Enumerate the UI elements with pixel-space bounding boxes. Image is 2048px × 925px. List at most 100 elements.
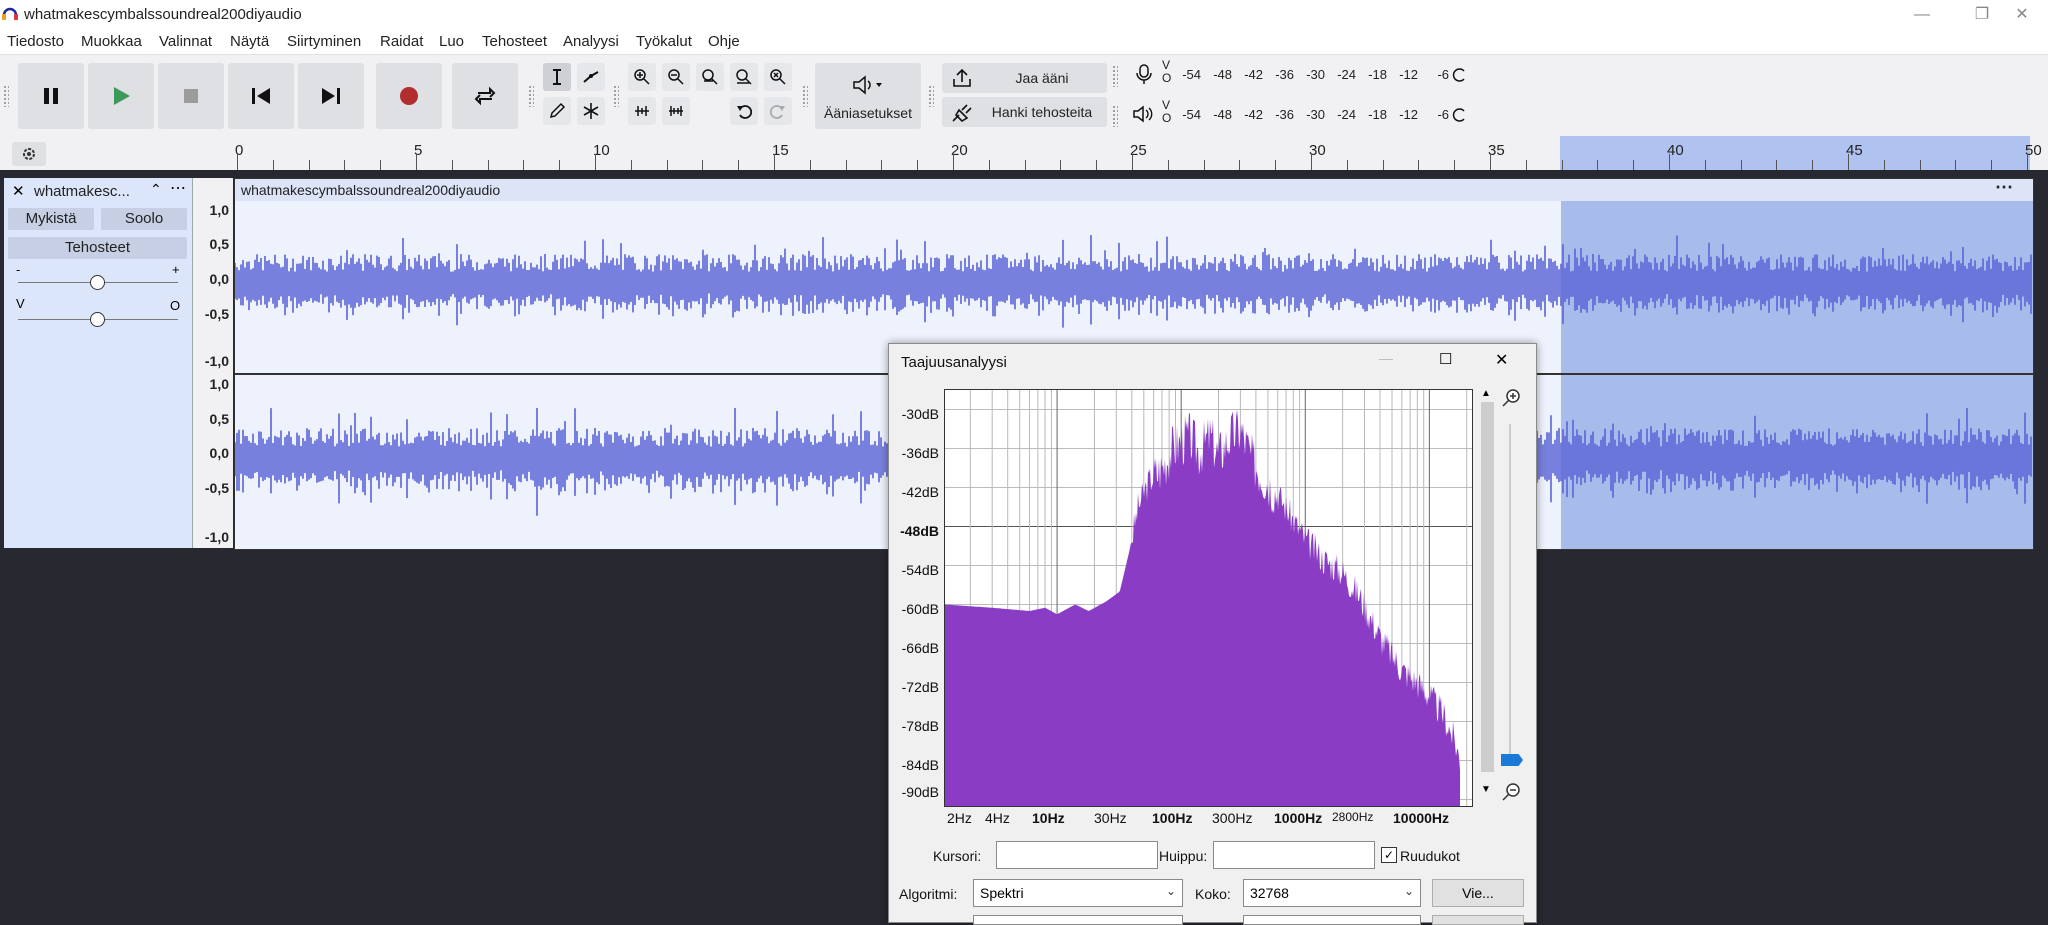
gain-slider-thumb[interactable] bbox=[90, 275, 105, 290]
export-button[interactable]: Vie... bbox=[1432, 879, 1524, 907]
zoom-in-button[interactable] bbox=[628, 63, 656, 91]
record-button[interactable] bbox=[376, 63, 442, 129]
x-axis-label: 300Hz bbox=[1212, 810, 1253, 826]
scroll-up-icon[interactable]: ▲ bbox=[1481, 388, 1491, 399]
playback-meter[interactable]: VO -54 -48 -42 -36 -30 -24 -18 -12 -6 bbox=[1112, 99, 1472, 129]
skip-end-button[interactable] bbox=[298, 63, 364, 129]
solo-button[interactable]: Soolo bbox=[101, 208, 187, 230]
draw-tool-button[interactable] bbox=[543, 97, 571, 125]
record-meter[interactable]: VO -54 -48 -42 -36 -30 -24 -18 -12 -6 bbox=[1112, 59, 1472, 89]
menu-raidat[interactable]: Raidat bbox=[380, 33, 423, 50]
audio-settings-button[interactable]: Ääniasetukset bbox=[815, 63, 921, 129]
x-axis-label: 2Hz bbox=[947, 810, 972, 826]
get-effects-button[interactable]: Hanki tehosteita bbox=[942, 97, 1107, 127]
skip-start-icon bbox=[252, 88, 270, 104]
menu-valinnat[interactable]: Valinnat bbox=[159, 33, 212, 50]
ruler-tick bbox=[1454, 160, 1456, 170]
meter-tick: -36 bbox=[1275, 67, 1294, 82]
redo-button[interactable] bbox=[764, 97, 792, 125]
y-axis-label: -72dB bbox=[901, 679, 939, 695]
cursor-field[interactable] bbox=[996, 841, 1158, 869]
fit-project-button[interactable] bbox=[730, 63, 758, 91]
zoom-out-icon[interactable] bbox=[1501, 782, 1521, 802]
track-effects-button[interactable]: Tehosteet bbox=[8, 237, 187, 259]
menu-ohje[interactable]: Ohje bbox=[708, 33, 740, 50]
zoom-toggle-button[interactable] bbox=[764, 63, 792, 91]
toolbar-grip[interactable] bbox=[802, 85, 808, 107]
fit-selection-button[interactable] bbox=[696, 63, 724, 91]
menu-nayta[interactable]: Näytä bbox=[230, 33, 269, 50]
vertical-scrollbar[interactable] bbox=[1481, 402, 1494, 772]
timeline-settings-button[interactable] bbox=[12, 142, 46, 166]
stop-button[interactable] bbox=[158, 63, 224, 129]
menu-tyokalut[interactable]: Työkalut bbox=[636, 33, 692, 50]
toolbar-grip[interactable] bbox=[3, 85, 9, 107]
envelope-tool-button[interactable] bbox=[577, 63, 605, 91]
meter-tick: -24 bbox=[1337, 67, 1356, 82]
upload-icon bbox=[953, 68, 971, 87]
spectrum-plot[interactable] bbox=[944, 389, 1473, 807]
menu-muokkaa[interactable]: Muokkaa bbox=[81, 33, 142, 50]
menu-analyysi[interactable]: Analyysi bbox=[563, 33, 619, 50]
undo-button[interactable] bbox=[730, 97, 758, 125]
meter-reset-icon[interactable] bbox=[1452, 67, 1468, 83]
skip-start-button[interactable] bbox=[228, 63, 294, 129]
menu-tiedosto[interactable]: Tiedosto bbox=[7, 33, 64, 50]
mute-button[interactable]: Mykistä bbox=[8, 208, 94, 230]
meter-tick: -30 bbox=[1306, 107, 1325, 122]
minimize-button[interactable]: — bbox=[1902, 3, 1942, 27]
ruler-tick bbox=[1848, 154, 1849, 170]
ruler-tick bbox=[1024, 160, 1026, 170]
pan-slider-thumb[interactable] bbox=[90, 312, 105, 327]
toolbar-grip[interactable] bbox=[613, 85, 619, 107]
multi-tool-button[interactable] bbox=[577, 97, 605, 125]
play-button[interactable] bbox=[88, 63, 154, 129]
asterisk-icon bbox=[583, 103, 599, 119]
timeline-ruler[interactable]: 0 5 10 15 20 25 30 35 40 45 50 bbox=[0, 136, 2048, 170]
ruler-tick bbox=[1132, 154, 1133, 170]
axis-select[interactable] bbox=[1243, 915, 1421, 925]
menu-siirtyminen[interactable]: Siirtyminen bbox=[287, 33, 361, 50]
meter-tick: -6 bbox=[1437, 67, 1449, 82]
silence-button[interactable] bbox=[662, 97, 690, 125]
close-track-icon[interactable]: ✕ bbox=[12, 182, 25, 200]
dialog-minimize-button[interactable]: — bbox=[1379, 350, 1393, 366]
ruler-tick bbox=[1418, 160, 1420, 170]
menu-luo[interactable]: Luo bbox=[439, 33, 464, 50]
silence-icon bbox=[669, 106, 683, 116]
amplitude-scale[interactable]: 1,0 0,5 0,0 -0,5 -1,0 1,0 0,5 0,0 -0,5 -… bbox=[193, 178, 233, 548]
scroll-down-icon[interactable]: ▼ bbox=[1481, 784, 1491, 795]
close-window-button[interactable]: ✕ bbox=[2002, 3, 2042, 27]
restore-button[interactable]: ❐ bbox=[1962, 3, 2002, 27]
function-select[interactable] bbox=[973, 915, 1183, 925]
dialog-maximize-button[interactable]: ☐ bbox=[1439, 350, 1452, 368]
selection-tool-button[interactable] bbox=[543, 63, 571, 91]
loop-button[interactable] bbox=[452, 63, 518, 129]
ruler-tick bbox=[1955, 160, 1957, 170]
meter-reset-icon[interactable] bbox=[1452, 107, 1468, 123]
grid-checkbox[interactable]: ✓ bbox=[1381, 847, 1397, 863]
zoom-out-button[interactable] bbox=[662, 63, 690, 91]
share-audio-button[interactable]: Jaa ääni bbox=[942, 63, 1107, 93]
track-name[interactable]: whatmakesc... bbox=[34, 183, 130, 200]
play-icon bbox=[114, 87, 130, 105]
replot-button[interactable] bbox=[1432, 915, 1524, 925]
toolbar-grip[interactable] bbox=[528, 85, 534, 107]
grid-label: Ruudukot bbox=[1400, 848, 1460, 864]
ruler-tick bbox=[1883, 160, 1885, 170]
zoom-slider[interactable] bbox=[1509, 424, 1511, 764]
zoom-in-icon[interactable] bbox=[1501, 388, 1521, 408]
size-select[interactable]: 32768 ⌄ bbox=[1243, 879, 1421, 907]
trim-button[interactable] bbox=[628, 97, 656, 125]
track-menu-icon[interactable]: ⋯ bbox=[170, 178, 186, 198]
toolbar-grip[interactable] bbox=[928, 85, 934, 107]
dialog-close-button[interactable]: ✕ bbox=[1495, 350, 1508, 370]
menu-tehosteet[interactable]: Tehosteet bbox=[482, 33, 547, 50]
pan-right-label: O bbox=[170, 298, 181, 313]
algorithm-select[interactable]: Spektri ⌄ bbox=[973, 879, 1183, 907]
ruler-tick bbox=[1382, 160, 1384, 170]
pause-button[interactable] bbox=[18, 63, 84, 129]
peak-field[interactable] bbox=[1213, 841, 1375, 869]
zoom-slider-thumb[interactable] bbox=[1501, 754, 1523, 766]
collapse-track-icon[interactable]: ⌃ bbox=[150, 181, 162, 198]
